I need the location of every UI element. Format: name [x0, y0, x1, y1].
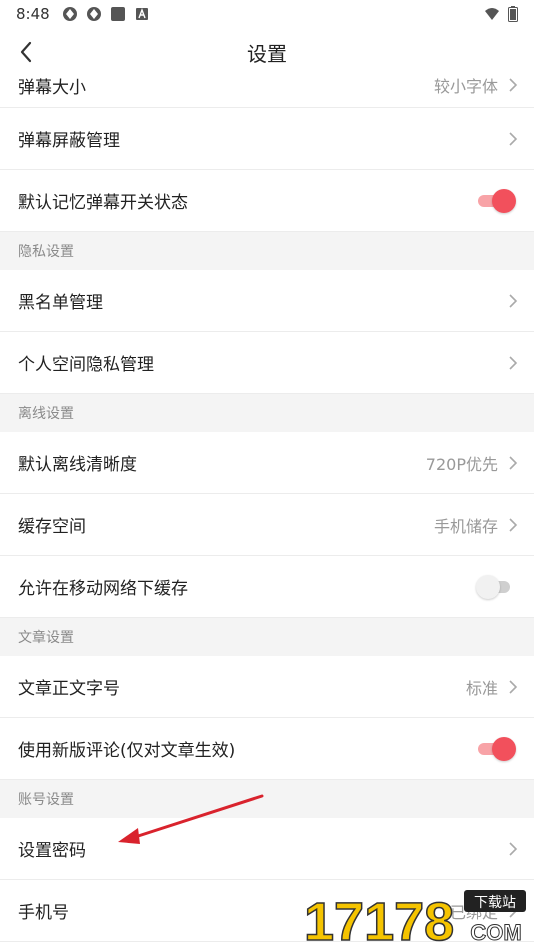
watermark-logo: 17178 下载站 COM [303, 890, 526, 948]
chevron-right-icon [509, 517, 518, 532]
row-label: 默认记忆弹幕开关状态 [18, 193, 188, 213]
battery-icon [508, 6, 518, 22]
settings-row-danmu-size[interactable]: 弹幕大小 较小字体 [0, 76, 534, 108]
chevron-right-icon [509, 355, 518, 370]
settings-row-danmu-remember: 默认记忆弹幕开关状态 [0, 170, 534, 232]
row-label: 缓存空间 [18, 517, 86, 537]
row-label: 设置密码 [18, 841, 86, 861]
section-header-privacy: 隐私设置 [0, 232, 534, 270]
chevron-right-icon [509, 293, 518, 308]
chevron-right-icon [509, 679, 518, 694]
page-title: 设置 [247, 41, 287, 66]
toggle-knob [492, 736, 516, 761]
row-value: 720P优先 [425, 454, 498, 474]
row-value: 较小字体 [433, 77, 498, 96]
chevron-right-icon [509, 455, 518, 470]
settings-row-space-privacy[interactable]: 个人空间隐私管理 [0, 332, 534, 394]
row-label: 弹幕大小 [18, 77, 86, 98]
watermark-domain: COM [470, 920, 521, 945]
app-notification-icon [62, 7, 77, 21]
mobile-cache-toggle[interactable] [476, 574, 516, 599]
settings-row-blacklist[interactable]: 黑名单管理 [0, 270, 534, 332]
status-notification-icons [62, 6, 150, 22]
chevron-right-icon [509, 131, 518, 146]
watermark-text: 17178 [304, 892, 454, 948]
danmu-remember-toggle[interactable] [476, 188, 516, 213]
row-label: 使用新版评论(仅对文章生效) [18, 741, 236, 761]
toggle-knob [492, 188, 516, 213]
row-label: 手机号 [18, 903, 69, 923]
status-bar: 8:48 [0, 0, 534, 28]
settings-row-cache-space[interactable]: 缓存空间 手机储存 [0, 494, 534, 556]
section-header-article: 文章设置 [0, 618, 534, 656]
row-label: 个人空间隐私管理 [18, 355, 154, 375]
section-header-offline: 离线设置 [0, 394, 534, 432]
header: 设置 [0, 28, 534, 76]
row-value: 手机储存 [433, 516, 498, 536]
settings-row-danmu-block[interactable]: 弹幕屏蔽管理 [0, 108, 534, 170]
settings-row-mobile-cache: 允许在移动网络下缓存 [0, 556, 534, 618]
wifi-icon [485, 8, 499, 20]
row-label: 弹幕屏蔽管理 [18, 131, 120, 151]
back-button[interactable] [12, 38, 40, 66]
watermark-badge: 下载站 [474, 895, 516, 911]
row-label: 黑名单管理 [18, 293, 103, 313]
settings-row-offline-quality[interactable]: 默认离线清晰度 720P优先 [0, 432, 534, 494]
row-label: 默认离线清晰度 [18, 455, 137, 475]
square-notification-icon [110, 7, 125, 21]
status-time: 8:48 [16, 5, 50, 23]
back-arrow-icon [20, 41, 32, 63]
row-label: 文章正文字号 [18, 679, 120, 699]
toggle-knob [476, 574, 500, 599]
settings-row-new-comments: 使用新版评论(仅对文章生效) [0, 718, 534, 780]
row-value: 标准 [465, 678, 498, 698]
app-notification-icon [86, 7, 101, 21]
chevron-right-icon [509, 78, 518, 92]
row-label: 允许在移动网络下缓存 [18, 579, 188, 599]
chevron-right-icon [509, 841, 518, 856]
settings-row-article-font[interactable]: 文章正文字号 标准 [0, 656, 534, 718]
new-comments-toggle[interactable] [476, 736, 516, 761]
annotation-arrow-icon [118, 794, 264, 844]
letter-a-notification-icon [135, 8, 148, 20]
